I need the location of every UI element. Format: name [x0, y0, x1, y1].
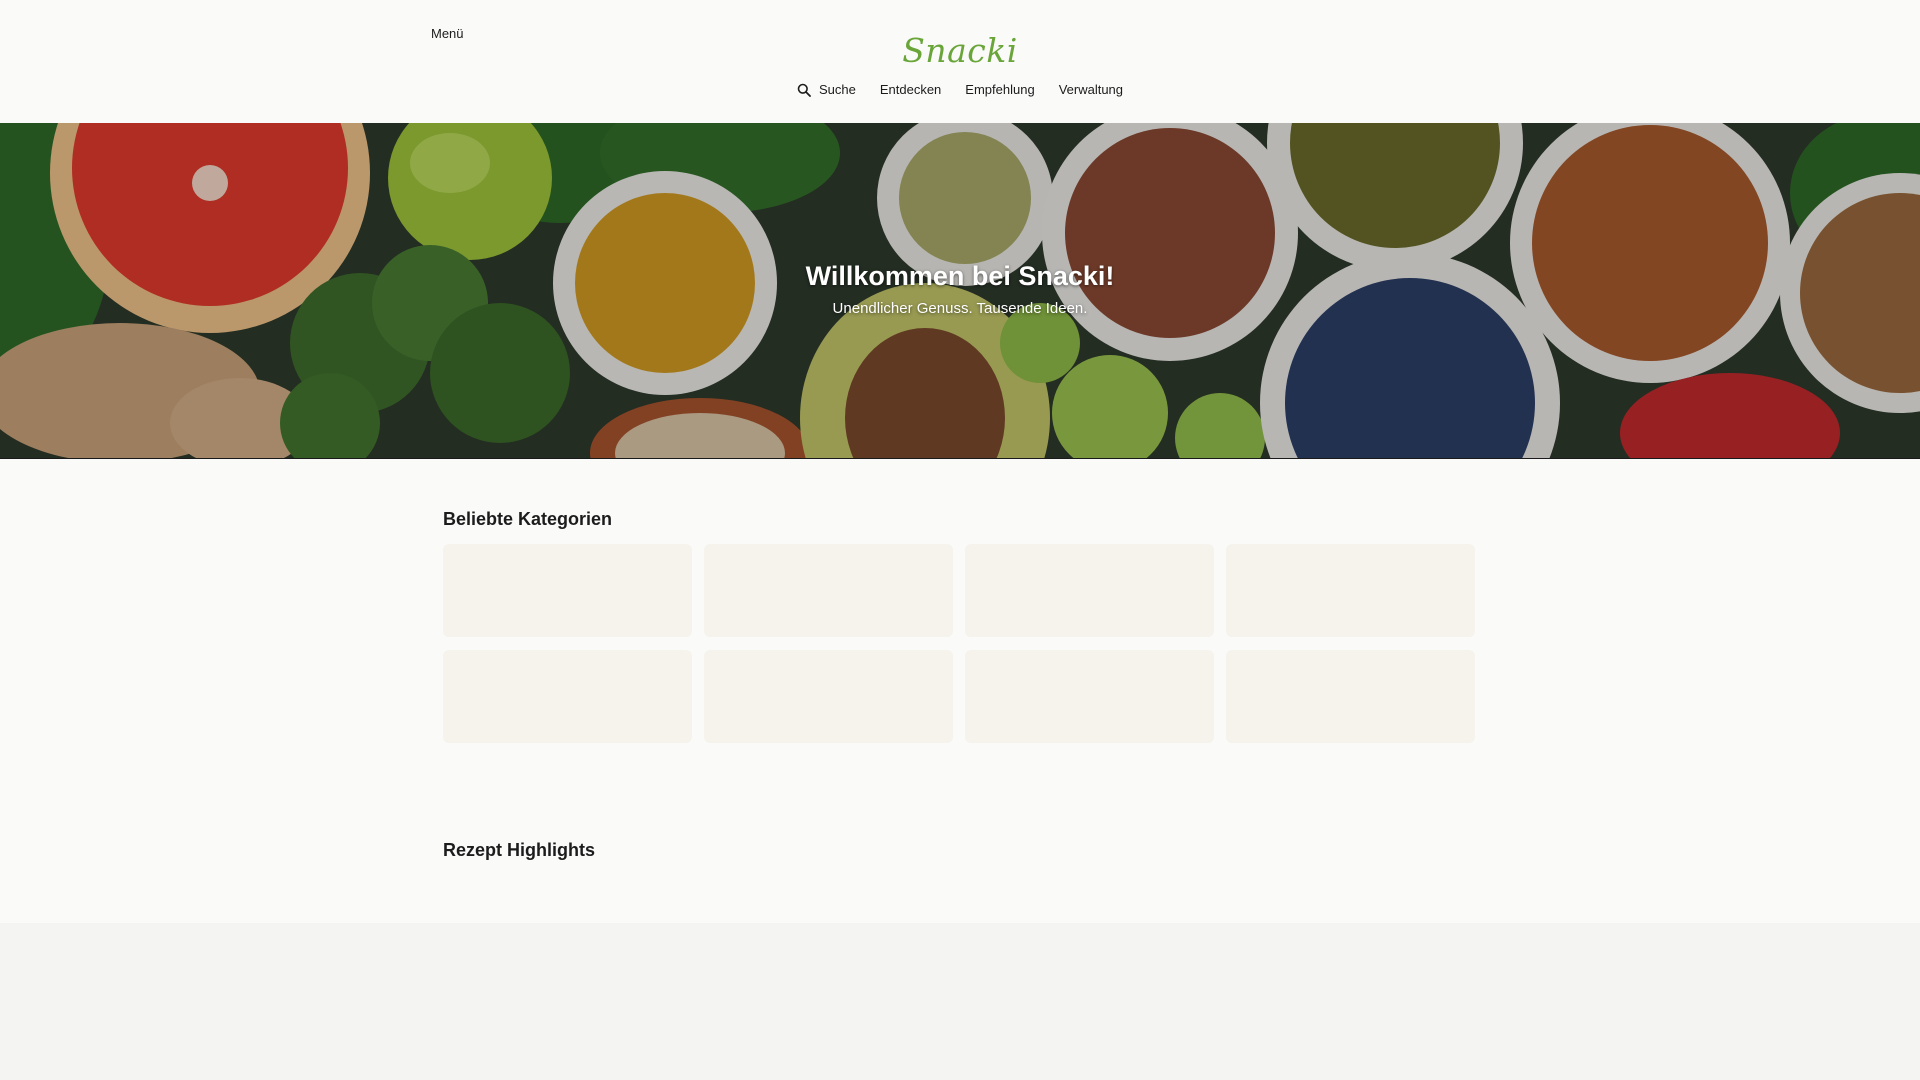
hero-title: Willkommen bei Snacki! — [805, 261, 1115, 291]
nav-item-recommendation[interactable]: Empfehlung — [965, 82, 1034, 97]
category-card[interactable] — [443, 650, 692, 743]
brand-logo[interactable]: Snacki — [0, 34, 1920, 67]
category-card[interactable] — [1226, 544, 1475, 637]
main-content: Beliebte Kategorien Rezept Highlights — [0, 459, 1920, 923]
nav-item-search-label: Suche — [818, 82, 856, 97]
nav-item-admin[interactable]: Verwaltung — [1059, 82, 1123, 97]
categories-title: Beliebte Kategorien — [443, 509, 613, 529]
nav-item-admin-label: Verwaltung — [1058, 82, 1124, 97]
category-card[interactable] — [965, 544, 1214, 637]
search-icon — [797, 83, 811, 97]
category-card[interactable] — [965, 650, 1214, 743]
category-grid — [443, 544, 1477, 743]
category-card[interactable] — [704, 650, 953, 743]
category-card[interactable] — [1226, 650, 1475, 743]
hero-banner: Willkommen bei Snacki! Unendlicher Genus… — [0, 123, 1920, 459]
site-header: Menü Snacki Suche Entdecken Empfehlung V… — [0, 0, 1920, 123]
main-nav: Suche Entdecken Empfehlung Verwaltung — [0, 82, 1920, 97]
nav-item-discover-label: Entdecken — [879, 82, 942, 97]
page-footer-area — [0, 923, 1920, 1080]
highlights-title: Rezept Highlights — [443, 840, 595, 860]
nav-item-discover[interactable]: Entdecken — [880, 82, 941, 97]
category-card[interactable] — [704, 544, 953, 637]
nav-item-search[interactable]: Suche — [797, 82, 856, 97]
nav-item-recommendation-label: Empfehlung — [965, 82, 1035, 97]
hero-subtitle: Unendlicher Genuss. Tausende Ideen. — [832, 300, 1088, 317]
category-card[interactable] — [443, 544, 692, 637]
